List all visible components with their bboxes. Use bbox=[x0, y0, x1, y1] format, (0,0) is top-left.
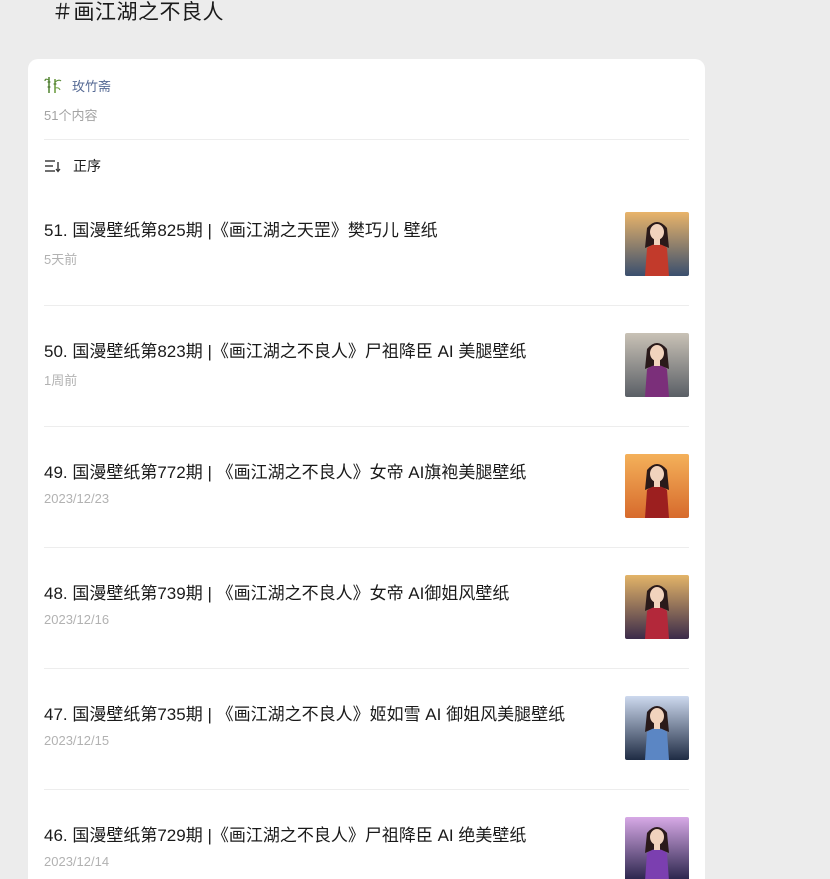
article-title[interactable]: 49. 国漫壁纸第772期 | 《画江湖之不良人》女帝 AI旗袍美腿壁纸 bbox=[44, 462, 526, 484]
article-title[interactable]: 47. 国漫壁纸第735期 | 《画江湖之不良人》姬如雪 AI 御姐风美腿壁纸 bbox=[44, 704, 565, 726]
account-link[interactable]: 玫竹斋 bbox=[44, 74, 111, 96]
article-date: 2023/12/23 bbox=[44, 491, 110, 506]
article-date: 1周前 bbox=[44, 373, 78, 388]
article-thumbnail[interactable] bbox=[625, 817, 689, 879]
thumbnail-illustration bbox=[625, 333, 689, 397]
list-item[interactable]: 48. 国漫壁纸第739期 | 《画江湖之不良人》女帝 AI御姐风壁纸 2023/… bbox=[44, 548, 689, 669]
thumbnail-illustration bbox=[625, 454, 689, 518]
bamboo-avatar-icon bbox=[44, 76, 62, 94]
article-thumbnail[interactable] bbox=[625, 454, 689, 518]
account-name[interactable]: 玫竹斋 bbox=[72, 76, 111, 95]
article-list: 51. 国漫壁纸第825期 |《画江湖之天罡》樊巧儿 壁纸 5天前 50. 国漫壁纸… bbox=[44, 185, 689, 879]
article-date: 5天前 bbox=[44, 252, 78, 267]
page: ＃画江湖之不良人 玫竹斋 51个内容 正序 51. 国漫壁纸第825期 |《画江… bbox=[0, 0, 830, 879]
thumbnail-illustration bbox=[625, 212, 689, 276]
article-date: 2023/12/16 bbox=[44, 612, 110, 627]
list-item[interactable]: 47. 国漫壁纸第735期 | 《画江湖之不良人》姬如雪 AI 御姐风美腿壁纸 2… bbox=[44, 669, 689, 790]
article-thumbnail[interactable] bbox=[625, 212, 689, 276]
article-thumbnail[interactable] bbox=[625, 696, 689, 760]
list-item[interactable]: 49. 国漫壁纸第772期 | 《画江湖之不良人》女帝 AI旗袍美腿壁纸 2023… bbox=[44, 427, 689, 548]
thumbnail-illustration bbox=[625, 696, 689, 760]
article-title[interactable]: 46. 国漫壁纸第729期 |《画江湖之不良人》尸祖降臣 AI 绝美壁纸 bbox=[44, 825, 526, 847]
list-item[interactable]: 50. 国漫壁纸第823期 |《画江湖之不良人》尸祖降臣 AI 美腿壁纸 1周前 bbox=[44, 306, 689, 427]
thumbnail-illustration bbox=[625, 817, 689, 879]
article-title[interactable]: 48. 国漫壁纸第739期 | 《画江湖之不良人》女帝 AI御姐风壁纸 bbox=[44, 583, 509, 605]
article-thumbnail[interactable] bbox=[625, 333, 689, 397]
content-count: 51个内容 bbox=[44, 108, 98, 123]
list-item[interactable]: 51. 国漫壁纸第825期 |《画江湖之天罡》樊巧儿 壁纸 5天前 bbox=[44, 185, 689, 306]
article-date: 2023/12/15 bbox=[44, 733, 110, 748]
thumbnail-illustration bbox=[625, 575, 689, 639]
album-card: 玫竹斋 51个内容 正序 51. 国漫壁纸第825期 |《画江湖之天罡》樊巧儿 … bbox=[28, 59, 705, 879]
article-title[interactable]: 51. 国漫壁纸第825期 |《画江湖之天罡》樊巧儿 壁纸 bbox=[44, 220, 438, 242]
sort-label: 正序 bbox=[73, 158, 101, 174]
divider bbox=[44, 139, 689, 140]
article-title[interactable]: 50. 国漫壁纸第823期 |《画江湖之不良人》尸祖降臣 AI 美腿壁纸 bbox=[44, 341, 526, 363]
list-item[interactable]: 46. 国漫壁纸第729期 |《画江湖之不良人》尸祖降臣 AI 绝美壁纸 2023… bbox=[44, 790, 689, 879]
sort-toggle-button[interactable]: 正序 bbox=[44, 156, 101, 176]
article-thumbnail[interactable] bbox=[625, 575, 689, 639]
sort-order-icon bbox=[45, 160, 61, 173]
article-date: 2023/12/14 bbox=[44, 854, 110, 869]
page-title: ＃画江湖之不良人 bbox=[52, 1, 224, 24]
